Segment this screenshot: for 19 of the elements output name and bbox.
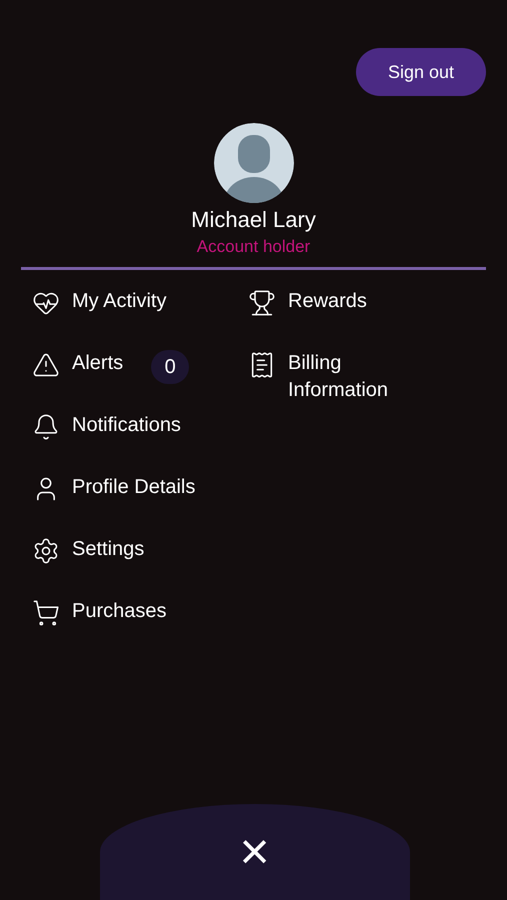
menu-item[interactable]: Billing Information (288, 350, 418, 404)
user-name: Michael Lary (191, 206, 316, 234)
avatar-icon (214, 123, 294, 203)
menu-item[interactable]: Rewards (288, 288, 367, 315)
menu-item[interactable]: Settings (72, 536, 144, 563)
settings-icon (32, 537, 60, 565)
menu-item[interactable]: Purchases (72, 598, 166, 625)
sign-out-button[interactable]: Sign out (356, 48, 486, 96)
menu-item[interactable]: My Activity (72, 288, 166, 315)
alert-count: 0 (151, 350, 190, 384)
warning-icon (32, 351, 60, 379)
menu-item[interactable]: Profile Details (72, 474, 196, 501)
trophy-icon (248, 289, 276, 317)
cart-icon (32, 599, 60, 627)
menu-item[interactable]: Alerts (72, 350, 124, 377)
close-button[interactable]: × (100, 804, 410, 900)
account-role: Account holder (196, 236, 310, 258)
bell-icon (32, 413, 60, 441)
menu-item[interactable]: Notifications (72, 412, 181, 439)
